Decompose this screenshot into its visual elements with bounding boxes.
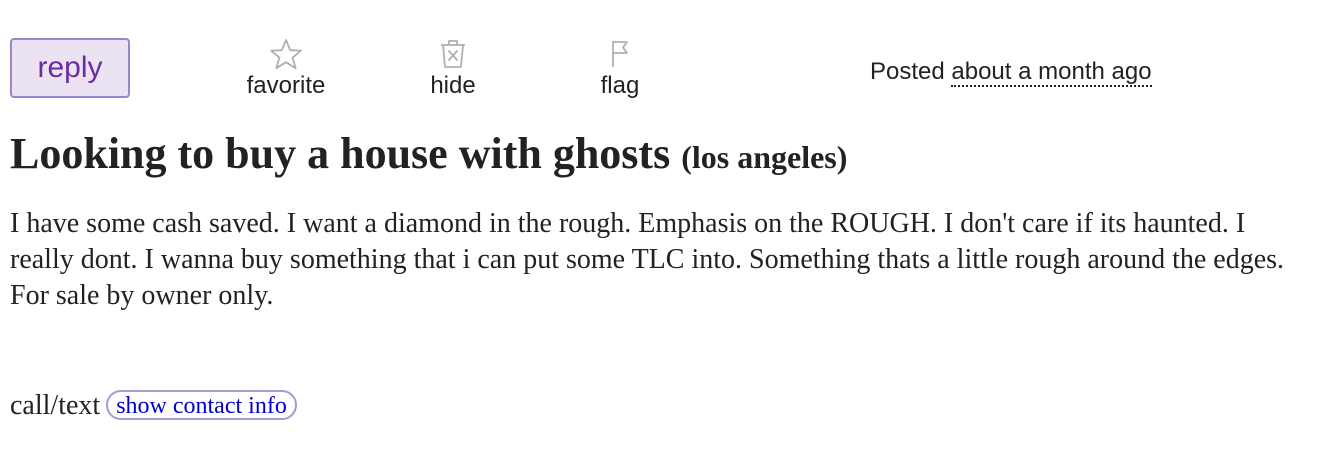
reply-button[interactable]: reply bbox=[10, 38, 130, 98]
flag-label: flag bbox=[600, 72, 640, 99]
post-location: (los angeles) bbox=[681, 139, 848, 175]
post-body: I have some cash saved. I want a diamond… bbox=[10, 208, 1285, 311]
favorite-button[interactable]: favorite bbox=[235, 38, 337, 102]
show-contact-info-button[interactable]: show contact info bbox=[106, 389, 297, 420]
contact-line: call/text show contact info bbox=[10, 386, 297, 426]
post-toolbar: reply favorite hide flag Posted about a … bbox=[0, 0, 1324, 110]
favorite-label: favorite bbox=[246, 72, 326, 99]
post-title-text: Looking to buy a house with ghosts bbox=[10, 129, 671, 178]
hide-label: hide bbox=[430, 72, 476, 99]
flag-icon bbox=[584, 38, 656, 72]
hide-button[interactable]: hide bbox=[413, 38, 493, 102]
flag-button[interactable]: flag bbox=[584, 38, 656, 102]
star-icon bbox=[235, 38, 337, 72]
posted-time[interactable]: about a month ago bbox=[951, 58, 1152, 87]
trash-x-icon bbox=[413, 38, 493, 72]
posted-date: Posted about a month ago bbox=[870, 56, 1152, 88]
posted-prefix: Posted bbox=[870, 58, 945, 85]
contact-prefix: call/text bbox=[10, 390, 101, 421]
post-title: Looking to buy a house with ghosts (los … bbox=[10, 126, 847, 185]
